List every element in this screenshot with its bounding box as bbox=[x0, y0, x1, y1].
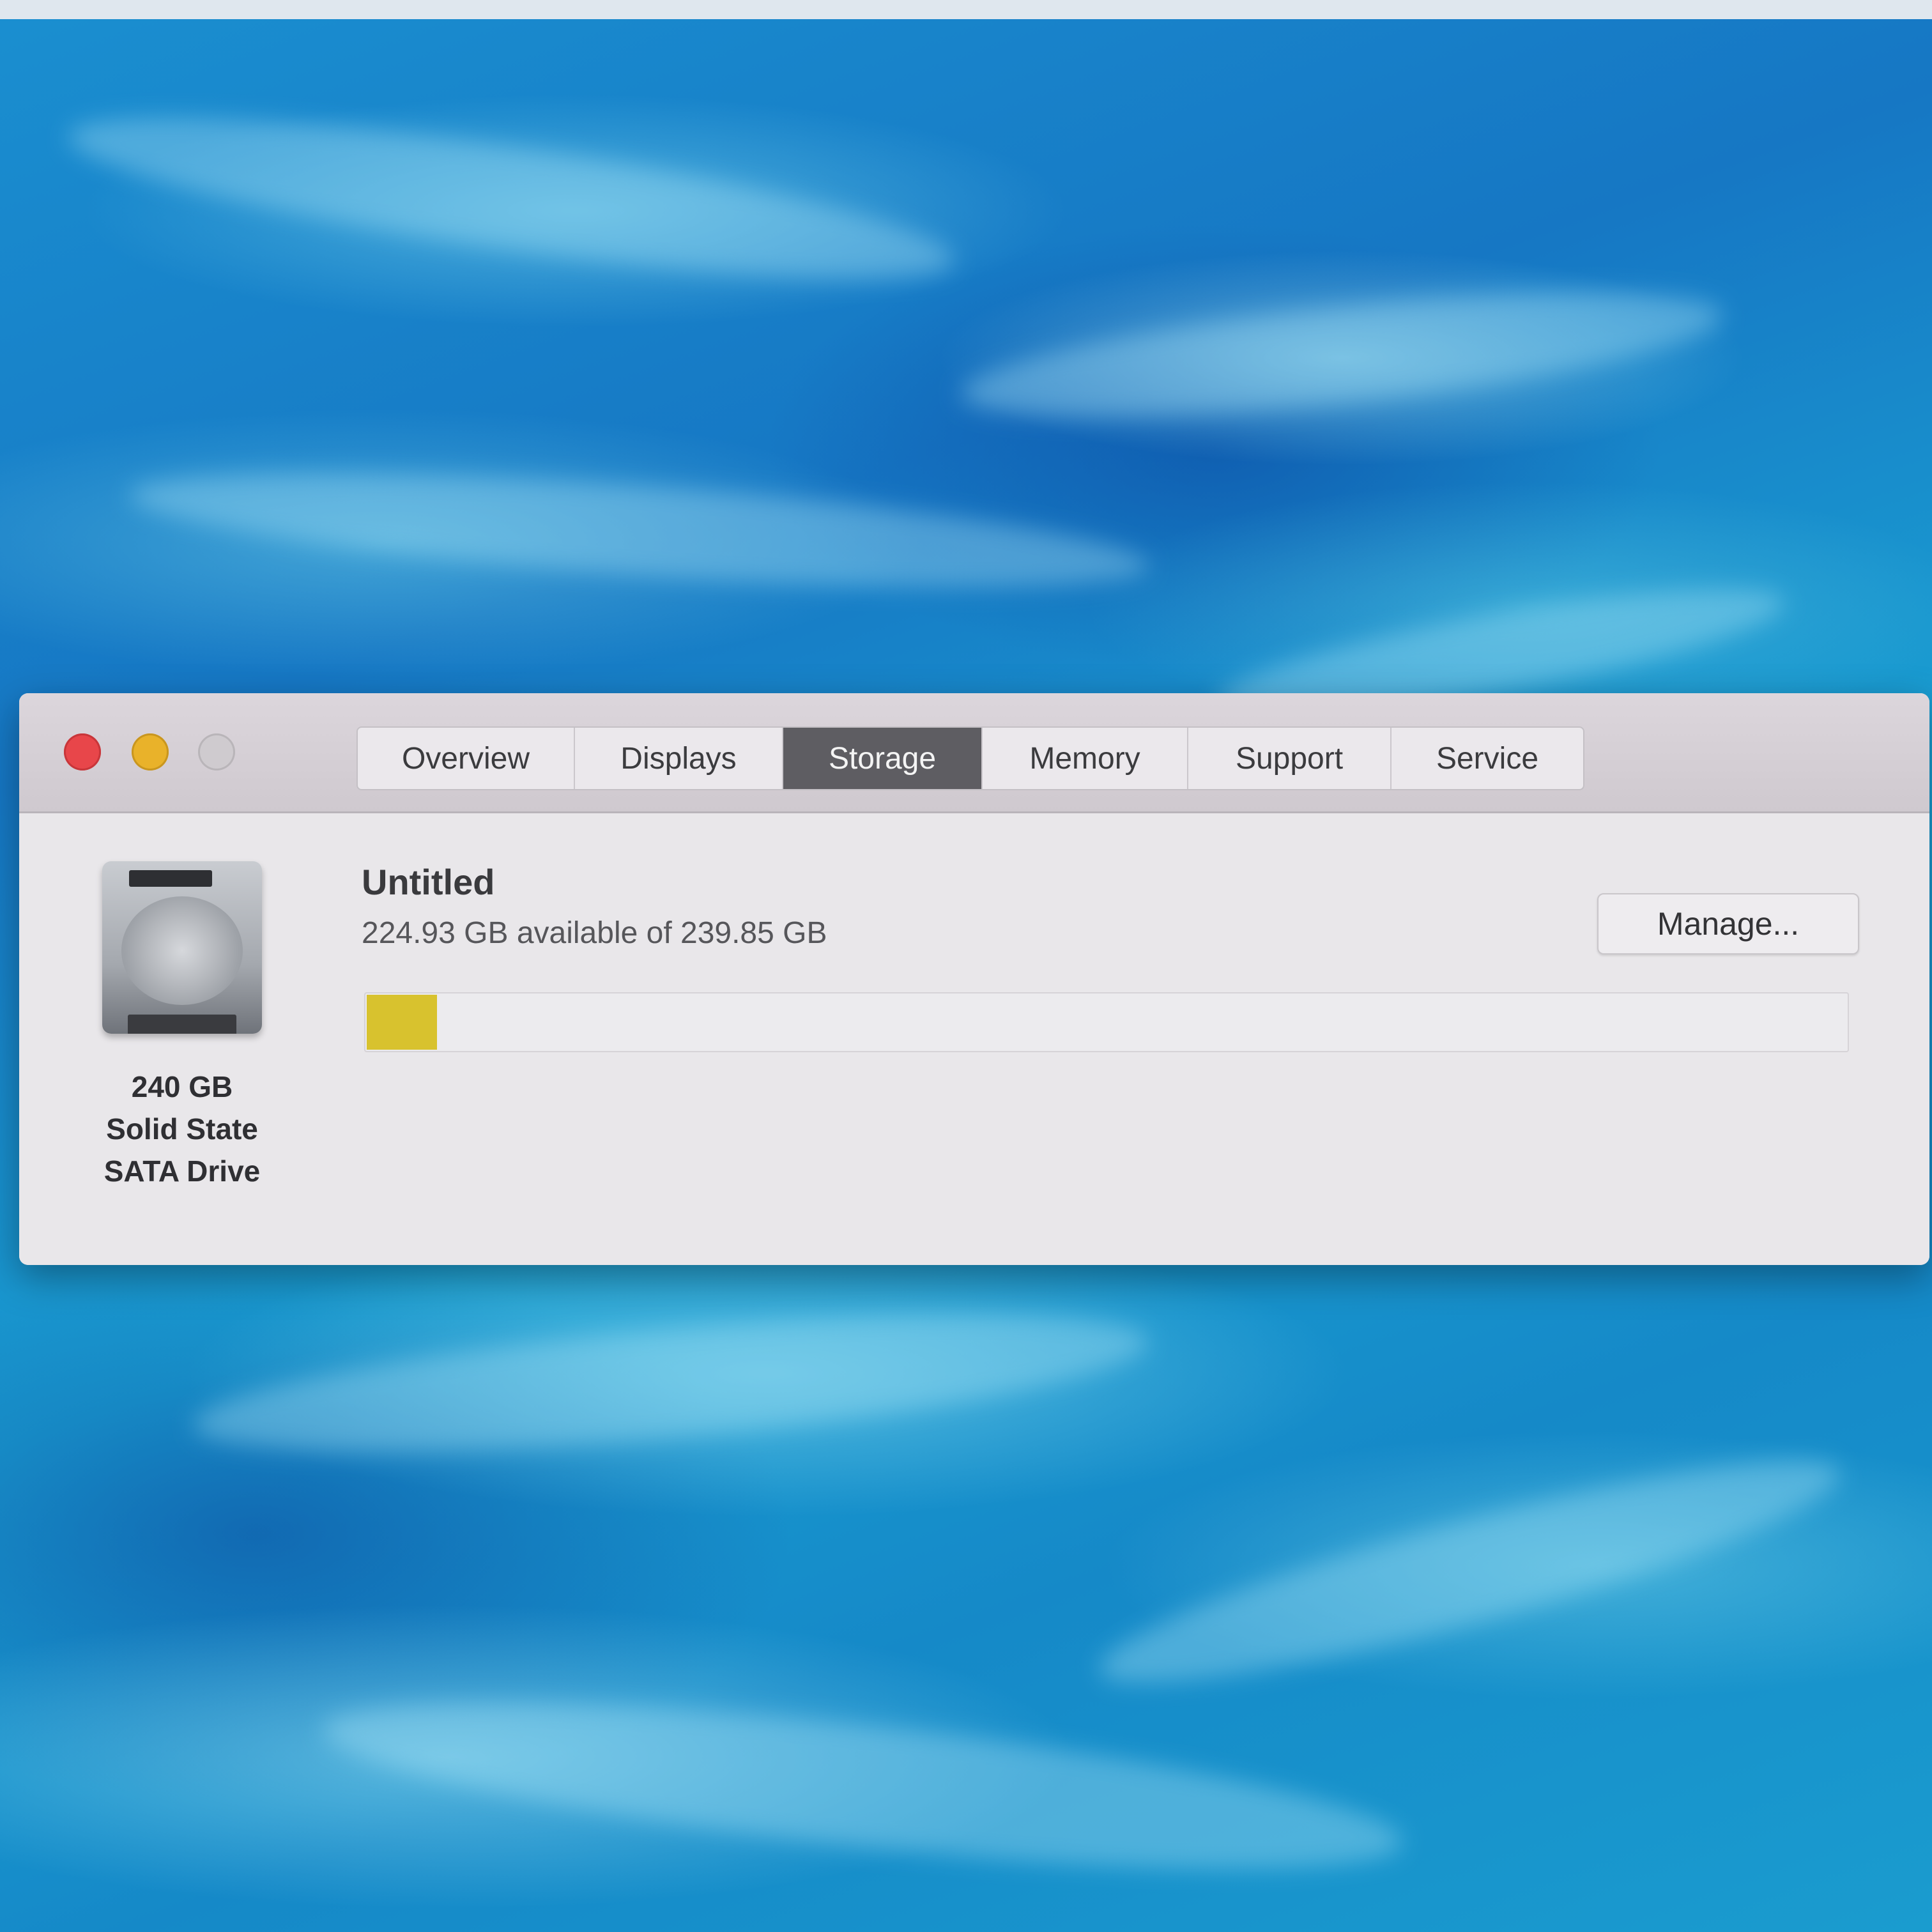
drive-capacity: 240 GB bbox=[131, 1070, 233, 1103]
wallpaper-swirl bbox=[955, 266, 1728, 443]
storage-usage-fill bbox=[367, 995, 437, 1050]
wallpaper-swirl bbox=[188, 1287, 1153, 1480]
storage-panel: 240 GB Solid State SATA Drive Untitled 2… bbox=[19, 813, 1929, 1265]
desktop-top-edge bbox=[0, 0, 1932, 19]
wallpaper-swirl bbox=[126, 450, 1152, 611]
wallpaper-swirl bbox=[316, 1668, 1409, 1903]
desktop: Overview Displays Storage Memory Support… bbox=[0, 0, 1932, 1932]
wallpaper-swirl bbox=[1085, 1423, 1853, 1721]
hard-drive-icon bbox=[102, 861, 262, 1034]
volume-availability: 224.93 GB available of 239.85 GB bbox=[362, 916, 827, 950]
tab-memory[interactable]: Memory bbox=[983, 728, 1188, 789]
zoom-button bbox=[198, 733, 235, 770]
volume-name: Untitled bbox=[362, 862, 495, 902]
tab-overview[interactable]: Overview bbox=[358, 728, 575, 789]
window-titlebar[interactable]: Overview Displays Storage Memory Support… bbox=[19, 693, 1929, 813]
tab-service[interactable]: Service bbox=[1392, 728, 1583, 789]
tab-displays[interactable]: Displays bbox=[575, 728, 783, 789]
drive-type: Solid State bbox=[106, 1112, 258, 1146]
drive-description: 240 GB Solid State SATA Drive bbox=[89, 1066, 275, 1192]
tab-storage[interactable]: Storage bbox=[783, 728, 983, 789]
manage-button[interactable]: Manage... bbox=[1597, 893, 1859, 954]
tab-support[interactable]: Support bbox=[1188, 728, 1392, 789]
about-this-mac-window: Overview Displays Storage Memory Support… bbox=[19, 693, 1929, 1265]
storage-usage-bar bbox=[364, 992, 1849, 1052]
drive-interface: SATA Drive bbox=[103, 1154, 261, 1188]
close-button[interactable] bbox=[64, 733, 101, 770]
minimize-button[interactable] bbox=[132, 733, 169, 770]
tab-bar: Overview Displays Storage Memory Support… bbox=[356, 726, 1584, 790]
wallpaper-swirl bbox=[61, 85, 962, 311]
